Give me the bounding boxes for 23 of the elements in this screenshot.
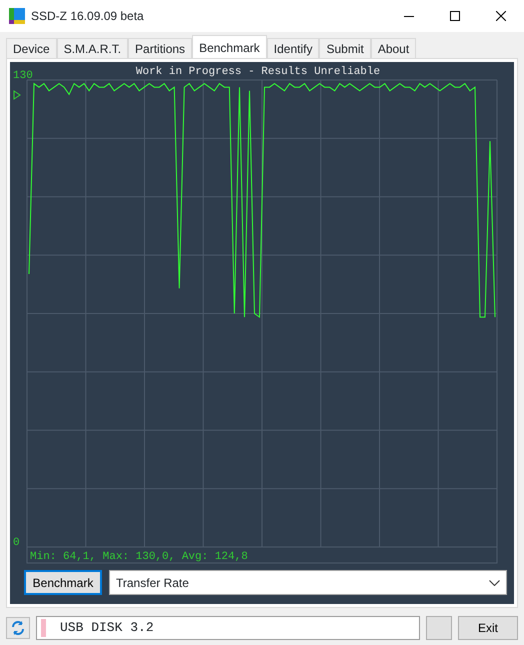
tab[interactable]: Device (6, 38, 57, 58)
benchmark-button[interactable]: Benchmark (24, 570, 102, 595)
close-icon[interactable] (496, 11, 506, 21)
mode-dropdown[interactable]: Transfer Rate (109, 570, 507, 595)
chevron-down-icon (489, 580, 500, 586)
tab[interactable]: Submit (319, 38, 371, 58)
y-axis-label: 0 (13, 537, 20, 549)
refresh-button[interactable] (6, 617, 30, 639)
y-axis-label: 130 (13, 70, 33, 82)
tab[interactable]: About (370, 38, 416, 58)
drive-field[interactable]: USB DISK 3.2 (36, 616, 420, 640)
stats-text: Min: 64,1, Max: 130,0, Avg: 124,8 (30, 551, 248, 563)
tab[interactable]: Identify (266, 38, 320, 58)
window-title: SSD-Z 16.09.09 beta (31, 8, 144, 25)
refresh-icon (10, 620, 26, 636)
chart-title: Work in Progress - Results Unreliable (136, 66, 380, 78)
tab[interactable]: S.M.A.R.T. (56, 38, 128, 58)
exit-button[interactable]: Exit (458, 616, 518, 640)
maximize-icon[interactable] (450, 11, 460, 21)
marker-icon (14, 90, 21, 100)
tab[interactable]: Partitions (128, 38, 192, 58)
app-icon (9, 8, 25, 24)
tab[interactable]: Benchmark (192, 35, 267, 58)
